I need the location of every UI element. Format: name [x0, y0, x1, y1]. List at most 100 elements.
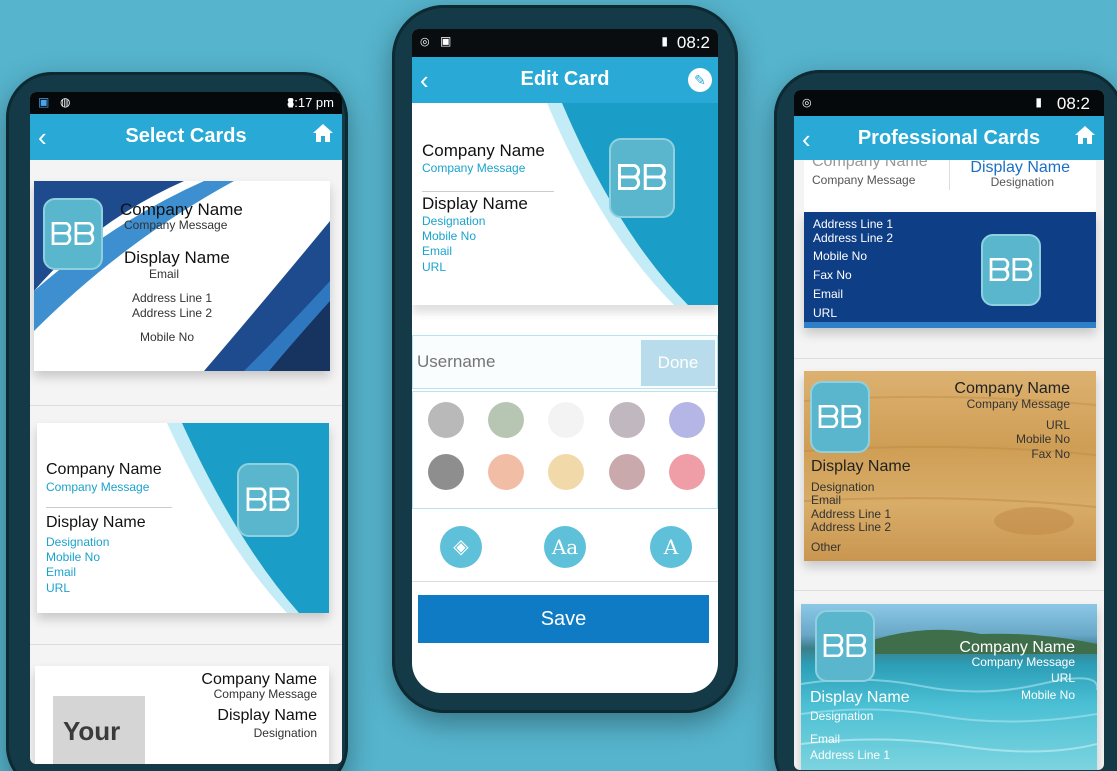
display-name: Display Name	[124, 248, 230, 267]
card-stripe	[804, 322, 1096, 328]
svg-text:ᗷᗷ: ᗷᗷ	[245, 482, 291, 519]
color-swatch[interactable]	[609, 454, 645, 490]
mobile-no: Mobile No	[1015, 432, 1070, 446]
display-name: Display Name	[810, 689, 910, 706]
status-time: 08:2	[1056, 94, 1090, 113]
svg-text:ᗷᗷ: ᗷᗷ	[988, 253, 1034, 289]
designation: Designation	[253, 726, 317, 740]
company-message: Company Message	[124, 218, 228, 232]
url: URL	[46, 581, 71, 595]
save-button[interactable]: Save	[418, 595, 709, 643]
svg-text:ᗷᗷ: ᗷᗷ	[817, 400, 863, 436]
edit-pencil-icon[interactable]: ✎	[688, 68, 712, 92]
fill-color-icon[interactable]: ◈	[440, 526, 482, 568]
home-icon[interactable]	[312, 122, 334, 149]
separator	[30, 405, 342, 406]
card-template-3[interactable]: Your Company Name Company Message Displa…	[35, 666, 329, 764]
center-screen: ◎ ▣ ▮ 08:2 ‹ Edit Card ✎ ᗷᗷ Company Name…	[412, 29, 718, 693]
display-name: Display Name	[811, 458, 911, 475]
separator	[794, 590, 1104, 591]
card-logo: ᗷᗷ	[43, 198, 103, 270]
left-screen: ▣ ◍ ▮ 8:17 pm ‹ Select Cards ᗷᗷ Company …	[30, 92, 342, 764]
fax-no: Fax No	[1031, 447, 1070, 461]
card-template-2[interactable]: Address Line 1 Address Line 2 Mobile No …	[804, 212, 1096, 328]
battery-icon: ▮	[661, 34, 668, 48]
status-bar: ◎ ▣ ▮ 08:2	[412, 29, 718, 57]
color-swatch[interactable]	[669, 402, 705, 438]
color-swatch[interactable]	[488, 454, 524, 490]
email: Email	[422, 244, 453, 258]
gallery-icon: ▣	[440, 34, 452, 48]
company-message: Company Message	[971, 655, 1075, 669]
designation: Designation	[810, 709, 874, 723]
url: URL	[422, 260, 447, 274]
separator	[794, 358, 1104, 359]
done-button[interactable]: Done	[641, 340, 715, 386]
color-swatch[interactable]	[609, 402, 645, 438]
company-message: Company Message	[422, 161, 526, 175]
card-logo: ᗷᗷ	[981, 234, 1041, 306]
text-input-row: Done	[412, 335, 718, 389]
card-logo: ᗷᗷ	[609, 138, 675, 218]
card-divider	[46, 507, 172, 508]
email: Email	[149, 267, 180, 281]
designation: Designation	[422, 214, 486, 228]
card-logo: ᗷᗷ	[815, 610, 875, 682]
company-message: Company Message	[812, 173, 916, 187]
font-size-icon[interactable]: A	[650, 526, 692, 568]
display-name: Display Name	[46, 514, 146, 531]
url: URL	[813, 306, 838, 320]
mobile-no: Mobile No	[813, 249, 868, 263]
font-style-icon[interactable]: Aa	[544, 526, 586, 568]
address-line-1: Address Line 1	[813, 217, 894, 231]
fax-no: Fax No	[813, 268, 852, 282]
card-template-2[interactable]: ᗷᗷ Company Name Company Message Display …	[37, 423, 329, 613]
designation: Designation	[811, 480, 875, 494]
color-swatch[interactable]	[488, 402, 524, 438]
home-icon[interactable]	[1074, 124, 1096, 151]
color-swatch[interactable]	[428, 454, 464, 490]
designation: Designation	[46, 535, 110, 549]
address-line-1: Address Line 1	[811, 507, 892, 521]
app-bar: ‹ Professional Cards	[794, 116, 1104, 160]
android-icon: ◍	[60, 95, 71, 109]
separator	[412, 581, 718, 582]
svg-text:ᗷᗷ: ᗷᗷ	[616, 158, 668, 199]
card-template-1[interactable]: ᗷᗷ Company Name Company Message Display …	[34, 181, 330, 371]
username-input[interactable]	[417, 342, 637, 382]
card-logo: ᗷᗷ	[810, 381, 870, 453]
company-message: Company Message	[46, 480, 150, 494]
color-swatch[interactable]	[428, 402, 464, 438]
card-template-4[interactable]: ᗷᗷ Company Name Company Message URL Mobi…	[801, 604, 1097, 770]
status-time: 8:17 pm	[287, 95, 334, 110]
mobile-no: Mobile No	[422, 229, 477, 243]
svg-text:ᗷᗷ: ᗷᗷ	[822, 629, 868, 665]
designation: Designation	[990, 175, 1054, 189]
mobile-no: Mobile No	[140, 330, 195, 344]
address-line-2: Address Line 2	[811, 520, 892, 534]
center-phone: ◎ ▣ ▮ 08:2 ‹ Edit Card ✎ ᗷᗷ Company Name…	[392, 5, 738, 713]
logo-placeholder-text: Your	[63, 716, 121, 746]
color-swatch[interactable]	[669, 454, 705, 490]
notification-icon: ◎	[802, 97, 812, 109]
gallery-icon: ▣	[38, 95, 50, 109]
address-line-1: Address Line 1	[132, 291, 213, 305]
url: URL	[1045, 418, 1070, 432]
notification-icon: ◎	[420, 36, 430, 48]
page-title: Select Cards	[125, 125, 247, 147]
address-line-2: Address Line 2	[132, 306, 213, 320]
display-name: Display Name	[217, 707, 317, 724]
card-template-1[interactable]: Company Name Company Message Display Nam…	[804, 160, 1096, 212]
card-template-3[interactable]: ᗷᗷ Company Name Company Message URL Mobi…	[804, 371, 1096, 561]
company-name: Company Name	[120, 200, 243, 219]
page-title: Professional Cards	[857, 127, 1041, 149]
tool-row: ◈ Aa A	[412, 511, 718, 581]
email: Email	[813, 287, 844, 301]
separator	[30, 644, 342, 645]
color-swatch[interactable]	[548, 402, 584, 438]
company-message: Company Message	[213, 687, 317, 701]
page-title: Edit Card	[520, 68, 610, 90]
color-swatch[interactable]	[548, 454, 584, 490]
svg-text:ᗷᗷ: ᗷᗷ	[50, 217, 96, 253]
battery-icon: ▮	[1035, 95, 1042, 109]
